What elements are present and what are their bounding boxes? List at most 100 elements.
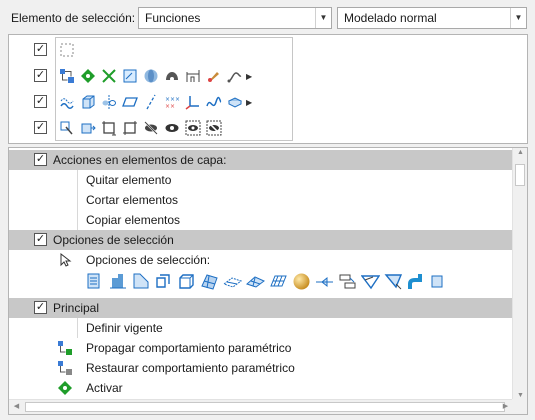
chevron-down-icon[interactable]: ▼ bbox=[510, 8, 526, 28]
list-item-label: Copiar elementos bbox=[86, 213, 181, 227]
more-arrow-icon[interactable]: ▶ bbox=[246, 98, 252, 107]
filter-row-4: ✓ bbox=[9, 115, 529, 141]
datum-axis-icon[interactable] bbox=[101, 68, 117, 84]
layer-icon[interactable] bbox=[338, 272, 357, 291]
tree-group-main[interactable]: ✓ Principal bbox=[9, 298, 513, 318]
list-item[interactable]: Cortar elementos bbox=[9, 190, 513, 210]
scrollbar-corner bbox=[512, 399, 527, 414]
group-label: Principal bbox=[53, 301, 100, 315]
solid-box-icon[interactable] bbox=[177, 272, 196, 291]
pattern-icon[interactable] bbox=[59, 94, 75, 110]
list-item[interactable]: Activar bbox=[9, 378, 513, 398]
hide-icon[interactable] bbox=[143, 120, 159, 136]
tree-group-layer-actions[interactable]: ✓ Acciones en elementos de capa: bbox=[9, 150, 513, 170]
scroll-thumb[interactable] bbox=[25, 402, 505, 412]
group-checkbox[interactable]: ✓ bbox=[34, 153, 47, 166]
mesh-icon[interactable] bbox=[200, 272, 219, 291]
selection-element-label: Elemento de selección: bbox=[11, 11, 136, 25]
horizontal-scrollbar[interactable]: ◀ ▶ bbox=[9, 399, 513, 414]
plane-icon[interactable] bbox=[122, 94, 138, 110]
empty-selection-box-icon[interactable] bbox=[59, 42, 75, 58]
component-icon[interactable] bbox=[227, 94, 243, 110]
curve-icon[interactable] bbox=[227, 68, 243, 84]
list-item[interactable]: Definir vigente bbox=[9, 318, 513, 338]
scroll-thumb[interactable] bbox=[515, 164, 525, 186]
scroll-up-icon[interactable]: ▲ bbox=[513, 149, 527, 156]
chevron-down-icon[interactable]: ▼ bbox=[315, 8, 331, 28]
list-item[interactable]: Copiar elementos bbox=[9, 210, 513, 230]
filter-row-checkbox[interactable]: ✓ bbox=[34, 69, 47, 82]
filter-row-checkbox[interactable]: ✓ bbox=[34, 43, 47, 56]
filter-row-checkbox[interactable]: ✓ bbox=[34, 121, 47, 134]
feature-tree-icon[interactable] bbox=[59, 68, 75, 84]
round-box-icon[interactable] bbox=[154, 272, 173, 291]
list-item[interactable]: Propagar comportamiento paramétrico bbox=[9, 338, 513, 358]
group-checkbox[interactable]: ✓ bbox=[34, 233, 47, 246]
selection-toolbar: Elemento de selección: Funciones ▼ Model… bbox=[0, 0, 535, 36]
show-selected-icon[interactable] bbox=[185, 120, 201, 136]
extrude-icon[interactable] bbox=[80, 120, 96, 136]
chamfer-icon[interactable] bbox=[131, 272, 150, 291]
selection-filter-dropdown[interactable]: Funciones ▼ bbox=[138, 7, 332, 29]
coordinate-points-icon[interactable]: ××××× bbox=[164, 94, 180, 110]
filter-icon-panel: ✓ ✓ ▶ ✓ ××× ×× ▶ ✓ bbox=[8, 34, 528, 144]
filter-row-checkbox[interactable]: ✓ bbox=[34, 95, 47, 108]
shell-icon[interactable] bbox=[164, 68, 180, 84]
show-icon[interactable] bbox=[164, 120, 180, 136]
selection-frame-2-icon[interactable] bbox=[122, 120, 138, 136]
selection-frame-icon[interactable] bbox=[101, 120, 117, 136]
group-label: Acciones en elementos de capa: bbox=[53, 153, 227, 167]
selection-options-icon-row bbox=[9, 270, 513, 296]
vertical-scrollbar[interactable]: ▲ ▼ bbox=[512, 148, 527, 400]
surface-icon[interactable] bbox=[85, 272, 104, 291]
csys-icon[interactable] bbox=[185, 94, 201, 110]
more-icon[interactable] bbox=[430, 272, 449, 291]
sketch-icon[interactable] bbox=[122, 68, 138, 84]
list-item[interactable]: Restaurar comportamiento paramétrico bbox=[9, 358, 513, 378]
scroll-right-icon[interactable]: ▶ bbox=[498, 402, 513, 410]
actions-tree-panel: ✓ Acciones en elementos de capa: Quitar … bbox=[8, 147, 528, 415]
filter-row-1: ✓ bbox=[9, 37, 529, 63]
list-item[interactable]: Quitar elemento bbox=[9, 170, 513, 190]
restore-icon bbox=[58, 361, 72, 375]
activate-icon bbox=[58, 381, 72, 395]
tag-2-icon[interactable] bbox=[384, 272, 403, 291]
dimension-icon[interactable] bbox=[185, 68, 201, 84]
datum-flag-icon[interactable] bbox=[315, 272, 334, 291]
tree-group-selection-options[interactable]: ✓ Opciones de selección bbox=[9, 230, 513, 250]
group-checkbox[interactable]: ✓ bbox=[34, 301, 47, 314]
selection-filter-value: Funciones bbox=[145, 11, 201, 25]
svg-text:××: ×× bbox=[165, 103, 175, 110]
list-item-label: Activar bbox=[86, 381, 123, 395]
tag-icon[interactable] bbox=[361, 272, 380, 291]
axis-icon[interactable] bbox=[143, 94, 159, 110]
mirror-icon[interactable] bbox=[101, 94, 117, 110]
pipe-icon[interactable] bbox=[407, 272, 426, 291]
modeling-mode-dropdown[interactable]: Modelado normal ▼ bbox=[337, 7, 527, 29]
revolve-icon[interactable] bbox=[143, 68, 159, 84]
query-select-icon[interactable] bbox=[59, 120, 75, 136]
sphere-icon[interactable] bbox=[292, 272, 311, 291]
group-label: Opciones de selección bbox=[53, 233, 174, 247]
scroll-down-icon[interactable]: ▼ bbox=[513, 392, 527, 399]
list-item-label: Restaurar comportamiento paramétrico bbox=[86, 361, 295, 375]
more-arrow-icon[interactable]: ▶ bbox=[246, 72, 252, 81]
actions-tree: ✓ Acciones en elementos de capa: Quitar … bbox=[9, 150, 513, 398]
spline-icon[interactable] bbox=[206, 94, 222, 110]
propagate-icon bbox=[58, 341, 72, 355]
list-item-label: Cortar elementos bbox=[86, 193, 179, 207]
activate-diamond-icon[interactable] bbox=[80, 68, 96, 84]
appearance-icon[interactable] bbox=[206, 68, 222, 84]
scroll-left-icon[interactable]: ◀ bbox=[9, 402, 24, 410]
box-icon[interactable] bbox=[80, 94, 96, 110]
modeling-mode-value: Modelado normal bbox=[344, 11, 437, 25]
extrude-body-icon[interactable] bbox=[108, 272, 127, 291]
lattice-icon[interactable] bbox=[269, 272, 288, 291]
selection-options-label: Opciones de selección: bbox=[86, 253, 211, 267]
quilt-2-icon[interactable] bbox=[246, 272, 265, 291]
filter-row-3: ✓ ××× ×× ▶ bbox=[9, 89, 529, 115]
list-item[interactable]: Opciones de selección: bbox=[9, 250, 513, 270]
filter-row-2: ✓ ▶ bbox=[9, 63, 529, 89]
hide-selected-icon[interactable] bbox=[206, 120, 222, 136]
quilt-icon[interactable] bbox=[223, 272, 242, 291]
